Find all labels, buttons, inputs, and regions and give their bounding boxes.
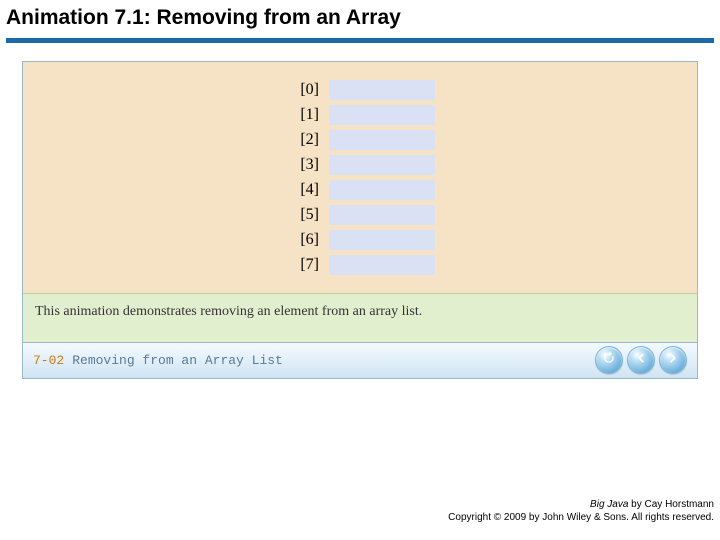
array-row: [5] (285, 205, 435, 225)
spacer (0, 43, 720, 61)
array-cell (329, 255, 435, 275)
array-cell (329, 180, 435, 200)
prev-button[interactable] (627, 346, 655, 374)
nav-buttons (595, 346, 687, 374)
array-cell (329, 155, 435, 175)
nav-code: 7-02 (33, 353, 64, 368)
byline-rest: by Cay Horstmann (628, 499, 714, 510)
array-cell (329, 130, 435, 150)
footer: Big Java by Cay Horstmann Copyright © 20… (448, 499, 714, 524)
array-row: [1] (285, 105, 435, 125)
animation-panel: [0] [1] [2] [3] [4] [5] [6] [7] (22, 61, 698, 379)
reload-icon (602, 351, 616, 370)
nav-bar: 7-02 Removing from an Array List (23, 342, 697, 378)
description-area: This animation demonstrates removing an … (23, 293, 697, 342)
arrow-right-icon (666, 351, 680, 370)
array-cell (329, 205, 435, 225)
array-cell (329, 105, 435, 125)
array-cell (329, 230, 435, 250)
book-title: Big Java (590, 499, 628, 510)
array-index-label: [0] (285, 81, 319, 99)
array-row: [4] (285, 180, 435, 200)
array-area: [0] [1] [2] [3] [4] [5] [6] [7] (23, 62, 697, 293)
array-cell (329, 80, 435, 100)
array-row: [6] (285, 230, 435, 250)
array-row: [3] (285, 155, 435, 175)
reload-button[interactable] (595, 346, 623, 374)
array-index-label: [6] (285, 231, 319, 249)
array-index-label: [5] (285, 206, 319, 224)
array-index-label: [1] (285, 106, 319, 124)
nav-title: Removing from an Array List (72, 353, 283, 368)
page-title: Animation 7.1: Removing from an Array (6, 6, 714, 30)
next-button[interactable] (659, 346, 687, 374)
footer-attribution: Big Java by Cay Horstmann (448, 499, 714, 512)
title-area: Animation 7.1: Removing from an Array (0, 0, 720, 32)
arrow-left-icon (634, 351, 648, 370)
array-index-label: [2] (285, 131, 319, 149)
array-index-label: [3] (285, 156, 319, 174)
array-row: [2] (285, 130, 435, 150)
array-index-label: [7] (285, 256, 319, 274)
array-row: [0] (285, 80, 435, 100)
description-text: This animation demonstrates removing an … (35, 304, 685, 320)
footer-copyright: Copyright © 2009 by John Wiley & Sons. A… (448, 512, 714, 525)
array-index-label: [4] (285, 181, 319, 199)
array-row: [7] (285, 255, 435, 275)
